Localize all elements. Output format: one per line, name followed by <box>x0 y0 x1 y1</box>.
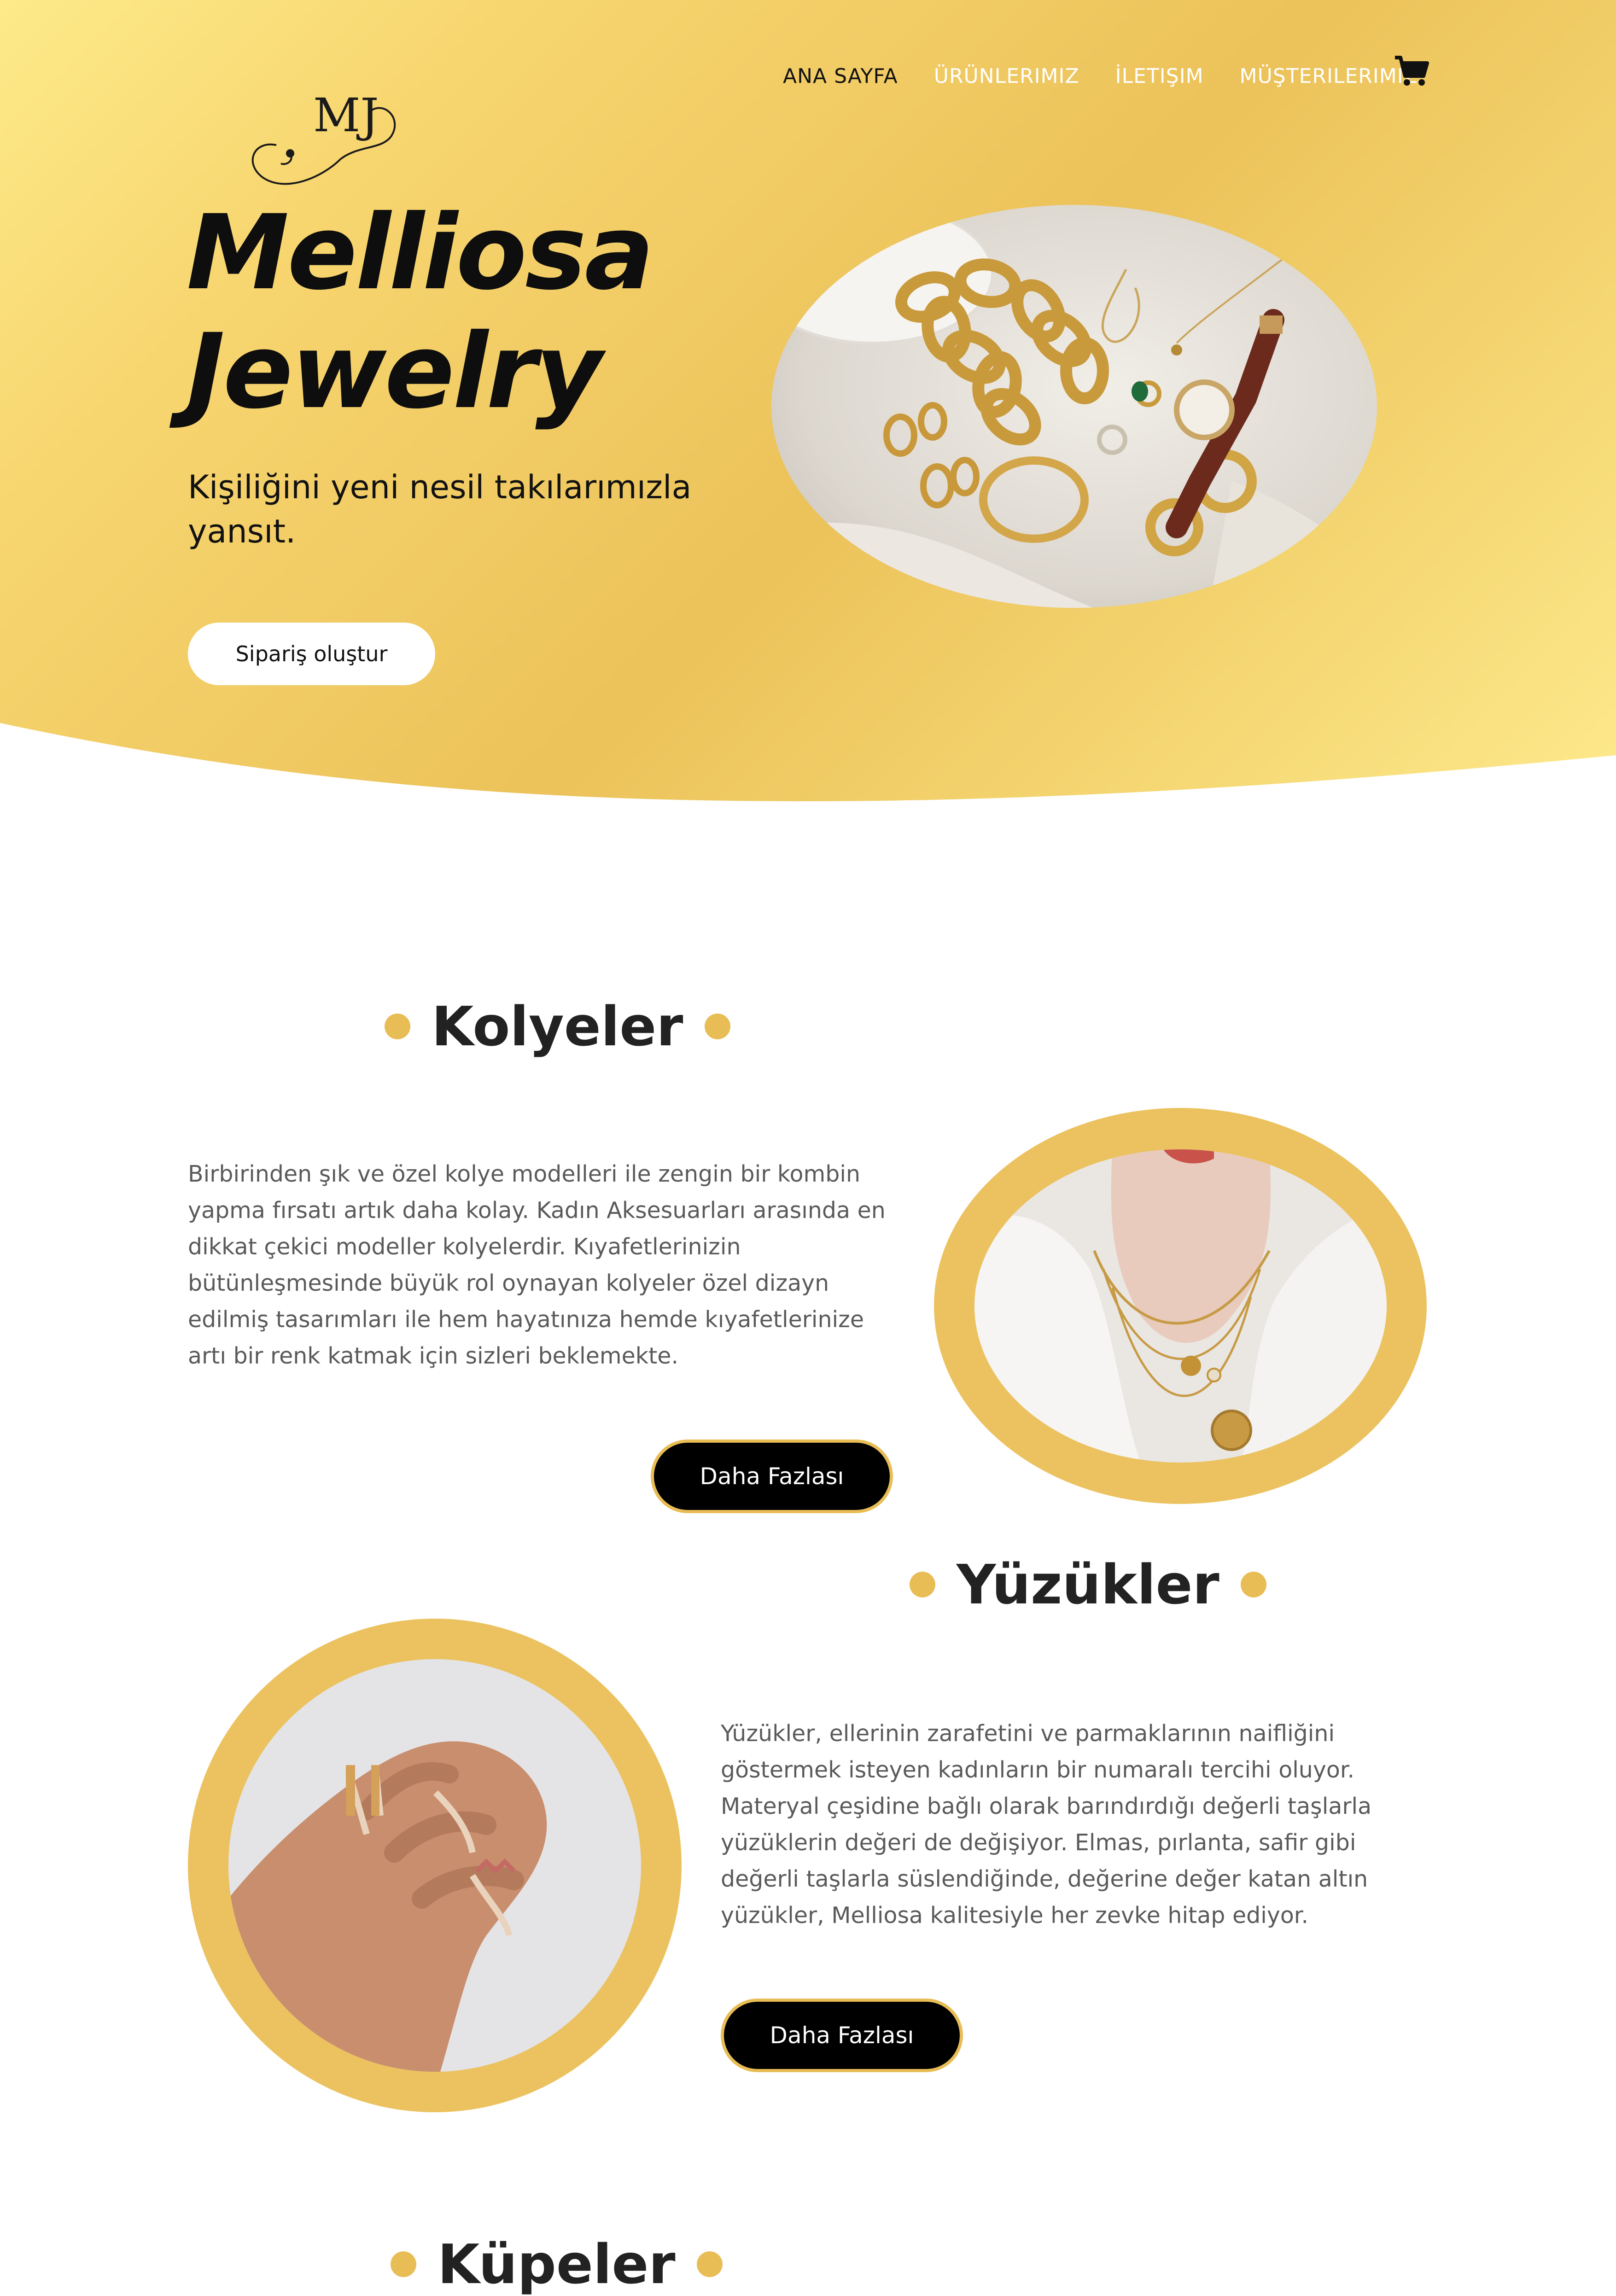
earrings-heading-text: Küpeler <box>438 2232 676 2296</box>
nav-link-home[interactable]: ANA SAYFA <box>783 64 898 88</box>
heading-dot-right <box>696 2251 723 2277</box>
shopping-cart-icon[interactable] <box>1393 53 1430 90</box>
necklaces-heading-text: Kolyeler <box>432 995 683 1058</box>
rings-heading-text: Yüzükler <box>957 1553 1219 1616</box>
heading-dot-right <box>704 1014 730 1039</box>
create-order-button[interactable]: Sipariş oluştur <box>188 623 435 685</box>
necklaces-photo <box>974 1149 1387 1463</box>
rings-photo <box>228 1659 641 2072</box>
necklaces-heading: Kolyeler <box>385 995 730 1058</box>
page-title: Melliosa Jewelry <box>187 193 693 431</box>
heading-dot-left <box>385 1014 410 1039</box>
necklaces-description: Birbirinden şık ve özel kolye modelleri … <box>188 1161 886 1369</box>
hero-subtitle: Kişiliğini yeni nesil takılarımızla yans… <box>188 468 692 550</box>
earrings-heading: Küpeler <box>391 2232 723 2296</box>
heading-dot-left <box>910 1572 935 1597</box>
hero-wave-divider <box>0 723 1616 810</box>
hero-jewelry-photo <box>771 205 1377 608</box>
title-line-1: Melliosa <box>187 192 654 313</box>
rings-photo-frame <box>188 1619 682 2112</box>
title-line-2: Jewelry <box>187 311 602 431</box>
main-nav: ANA SAYFA ÜRÜNLERIMIZ İLETIŞIM MÜŞTERILE… <box>783 60 1454 92</box>
logo-monogram: MJ <box>313 88 379 142</box>
nav-link-products[interactable]: ÜRÜNLERIMIZ <box>934 64 1079 88</box>
nav-link-customers[interactable]: MÜŞTERILERIMIZ <box>1240 64 1418 88</box>
rings-heading: Yüzükler <box>910 1553 1266 1616</box>
nav-link-contact[interactable]: İLETIŞIM <box>1115 64 1204 88</box>
necklaces-photo-frame <box>934 1108 1427 1504</box>
heading-dot-right <box>1240 1572 1266 1597</box>
heading-dot-left <box>391 2251 416 2277</box>
rings-description: Yüzükler, ellerinin zarafetini ve parmak… <box>721 1720 1372 1929</box>
rings-more-button[interactable]: Daha Fazlası <box>721 1999 963 2072</box>
brand-logo[interactable]: MJ <box>244 85 405 191</box>
necklaces-more-button[interactable]: Daha Fazlası <box>651 1439 893 1513</box>
